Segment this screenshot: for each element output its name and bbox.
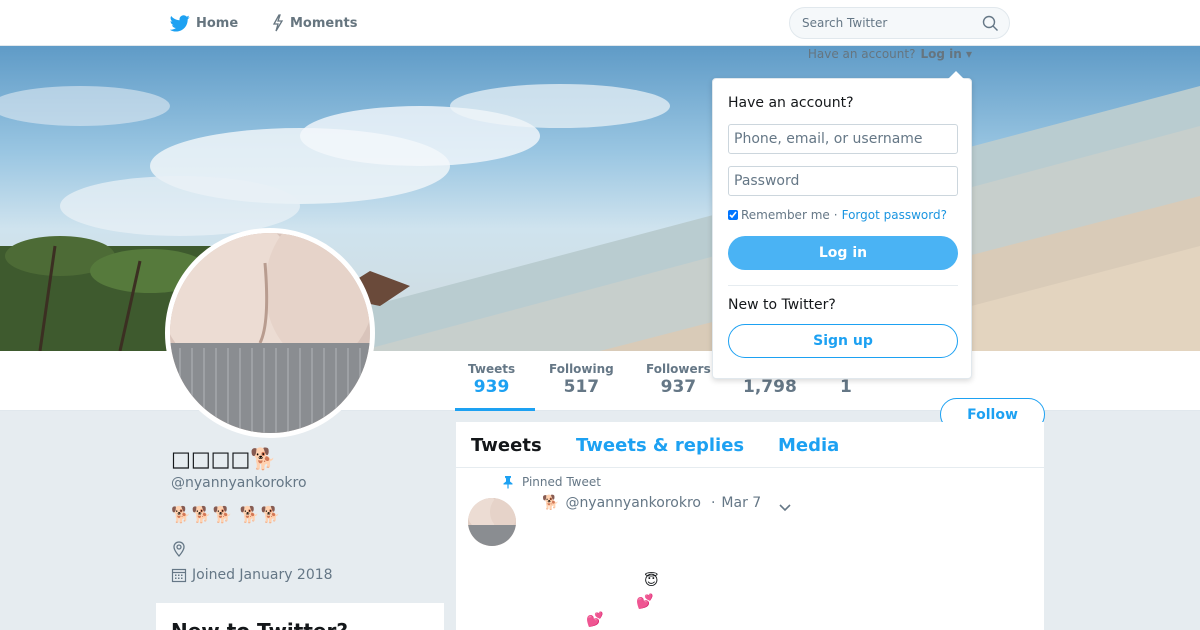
forgot-password-link[interactable]: Forgot password?	[842, 208, 947, 222]
login-link[interactable]: Log in ▾	[920, 47, 972, 61]
search-box	[789, 7, 1010, 39]
login-dropdown: Have an account? Remember me · Forgot pa…	[712, 71, 972, 379]
account-bar: Have an account? Log in ▾	[808, 46, 972, 62]
nav-moments-label: Moments	[290, 15, 358, 31]
joined-date: Joined January 2018	[192, 567, 333, 583]
timeline: Tweets Tweets & replies Media Pinned Twe…	[456, 422, 1044, 630]
tweet-emoji: 😇	[644, 573, 659, 589]
dropdown-arrow	[948, 71, 964, 79]
stat-followers[interactable]: Followers 937	[646, 362, 711, 397]
tab-media[interactable]: Media	[778, 435, 839, 456]
stat-value: 517	[563, 377, 600, 397]
new-to-twitter-prompt: New to Twitter?	[728, 297, 836, 313]
signup-module: New to Twitter?	[156, 603, 444, 630]
lightning-icon	[272, 14, 284, 32]
twitter-bird-icon	[170, 14, 190, 32]
password-field[interactable]	[728, 166, 958, 196]
tweet-author-handle[interactable]: @nyannyankorokro	[565, 495, 701, 511]
remember-separator: ·	[833, 208, 838, 222]
pinned-text: Pinned Tweet	[522, 475, 601, 489]
username-field[interactable]	[728, 124, 958, 154]
signup-module-title: New to Twitter?	[171, 619, 444, 630]
tweet-author-name[interactable]: 🐕	[542, 495, 559, 511]
stat-value: 937	[660, 377, 697, 397]
login-link-label: Log in	[920, 47, 962, 61]
stat-label: Followers	[646, 362, 711, 376]
pin-icon	[502, 475, 514, 489]
location-pin-icon	[171, 541, 187, 561]
tab-tweets-replies[interactable]: Tweets & replies	[576, 435, 744, 456]
profile-bio: 🐕🐕🐕 🐕🐕	[171, 505, 282, 524]
profile-handle[interactable]: @nyannyankorokro	[171, 475, 307, 491]
stat-label: Tweets	[468, 362, 516, 376]
tweet-header: 🐕 @nyannyankorokro · Mar 7	[542, 495, 761, 511]
timeline-tabs: Tweets Tweets & replies Media	[456, 422, 1044, 468]
chevron-down-icon[interactable]	[778, 498, 792, 517]
remember-me-label: Remember me	[741, 208, 830, 222]
tweet-date[interactable]: Mar 7	[721, 495, 761, 511]
stat-value: 939	[473, 377, 510, 397]
remember-me-checkbox[interactable]	[728, 210, 738, 220]
tweet-avatar[interactable]	[468, 498, 516, 546]
stat-tweets[interactable]: Tweets 939	[468, 362, 515, 397]
tweet-emoji: 💕	[636, 594, 654, 610]
magnifier-icon[interactable]	[982, 15, 999, 36]
calendar-icon	[171, 567, 187, 583]
nav-moments[interactable]: Moments	[272, 0, 357, 46]
tweet-separator: ·	[710, 495, 716, 511]
dropdown-divider	[728, 285, 958, 286]
login-dropdown-title: Have an account?	[728, 95, 854, 111]
signup-button[interactable]: Sign up	[728, 324, 958, 358]
active-stat-underline	[455, 408, 535, 411]
profile-joined: Joined January 2018	[171, 567, 333, 583]
stat-value: 1,798	[743, 377, 797, 397]
nav-home-label: Home	[196, 15, 239, 31]
search-input[interactable]	[802, 16, 972, 30]
top-nav-bar: Home Moments	[0, 0, 1200, 46]
stat-following[interactable]: Following 517	[549, 362, 614, 397]
stat-value: 1	[840, 377, 852, 397]
remember-me: Remember me · Forgot password?	[728, 208, 947, 222]
profile-avatar[interactable]	[165, 228, 375, 438]
stat-label: Following	[549, 362, 614, 376]
login-button[interactable]: Log in	[728, 236, 958, 270]
profile-name: □□□□🐕	[171, 447, 277, 471]
pinned-tweet-label: Pinned Tweet	[502, 475, 601, 489]
tab-tweets[interactable]: Tweets	[471, 435, 542, 456]
tweet-emoji: 💕	[586, 612, 604, 628]
nav-home[interactable]: Home	[170, 0, 238, 46]
account-prompt: Have an account?	[807, 47, 916, 61]
